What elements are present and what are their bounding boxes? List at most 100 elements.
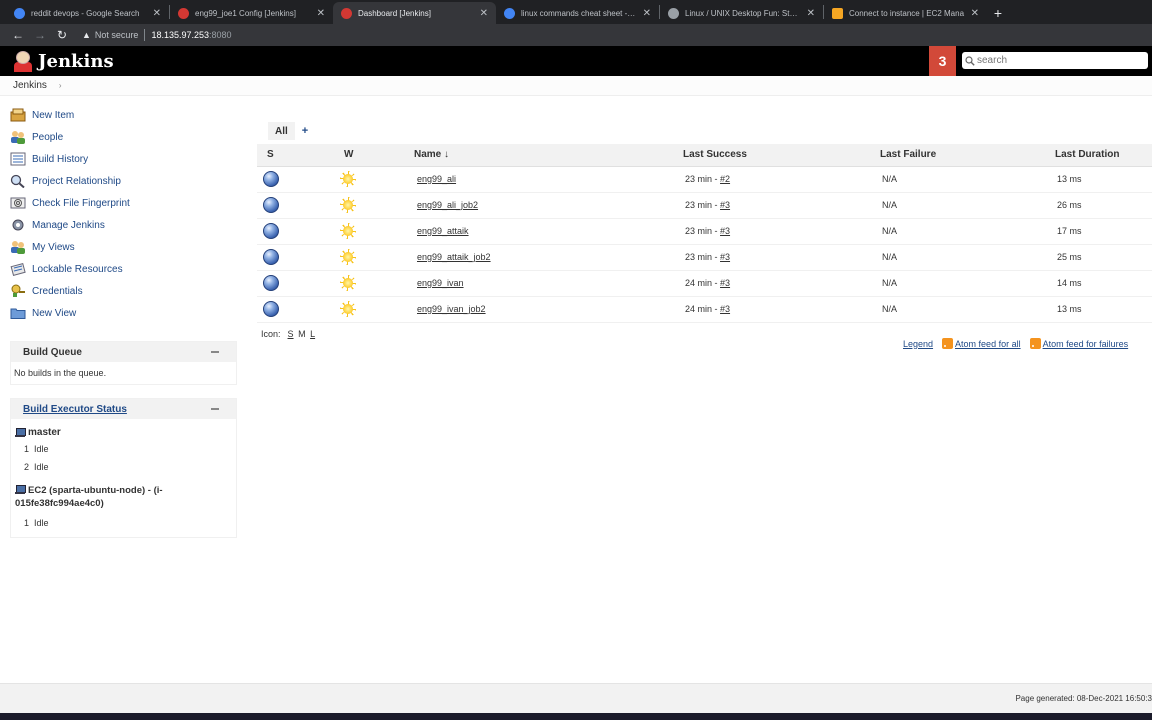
build-link[interactable]: #2 (720, 174, 730, 184)
notification-badge[interactable]: 3 (929, 46, 956, 76)
browser-tab[interactable]: eng99_joe1 Config [Jenkins] ✕ (170, 2, 333, 24)
build-queue-empty: No builds in the queue. (14, 368, 107, 378)
url-port[interactable]: :8080 (209, 30, 232, 40)
sidebar-item-lockable-resources[interactable]: Lockable Resources (10, 258, 238, 280)
close-icon[interactable]: ✕ (153, 8, 161, 19)
close-icon[interactable]: ✕ (643, 8, 651, 19)
search-input[interactable] (977, 55, 1142, 66)
browser-tab[interactable]: reddit devops - Google Search ✕ (6, 2, 169, 24)
forward-icon[interactable]: → (30, 28, 50, 42)
atom-feed-all[interactable]: Atom feed for all (942, 338, 1021, 349)
sidebar-item-check-file-fingerprint[interactable]: Check File Fingerprint (10, 192, 238, 214)
build-link[interactable]: #3 (720, 226, 730, 236)
build-queue-header: Build Queue (11, 342, 236, 362)
sunny-weather-icon[interactable] (340, 249, 356, 265)
build-queue-panel: Build Queue No builds in the queue. (10, 341, 237, 385)
close-icon[interactable]: ✕ (971, 8, 979, 19)
view-tabs: All + (268, 122, 315, 140)
last-duration-value: 14 ms (1051, 270, 1152, 297)
atom-feed-failures[interactable]: Atom feed for failures (1029, 338, 1128, 349)
address-bar[interactable]: ▲ Not secure 18.135.97.253:8080 (82, 29, 232, 41)
jenkins-logo[interactable]: Jenkins (12, 50, 114, 72)
status-ball-icon[interactable] (263, 301, 279, 317)
job-link[interactable]: eng99_ali_job2 (417, 200, 478, 210)
reload-icon[interactable]: ↻ (52, 28, 72, 42)
executor-node-ec2[interactable]: EC2 (sparta-ubuntu-node) - (i-015fe38fc9… (11, 484, 236, 510)
build-link[interactable]: #3 (720, 200, 730, 210)
job-link[interactable]: eng99_attaik (417, 226, 469, 236)
last-duration-value: 17 ms (1051, 218, 1152, 245)
new-tab-button[interactable]: + (987, 2, 1009, 24)
close-icon[interactable]: ✕ (480, 8, 488, 19)
close-icon[interactable]: ✕ (807, 8, 815, 19)
build-link[interactable]: #3 (720, 278, 730, 288)
build-link[interactable]: #3 (720, 252, 730, 262)
job-link[interactable]: eng99_ivan (417, 278, 464, 288)
sidebar-item-people[interactable]: People (10, 126, 238, 148)
last-duration-value: 26 ms (1051, 192, 1152, 219)
column-weather[interactable]: W (336, 144, 408, 167)
browser-tab[interactable]: Connect to instance | EC2 Mana ✕ (824, 2, 987, 24)
status-ball-icon[interactable] (263, 249, 279, 265)
last-success-time: 23 min - (685, 200, 718, 210)
browser-tab[interactable]: linux commands cheat sheet - Go ✕ (496, 2, 659, 24)
feed-links: Legend Atom feed for all Atom feed for f… (903, 338, 1128, 349)
sidebar-item-build-history[interactable]: Build History (10, 148, 238, 170)
collapse-icon[interactable] (211, 408, 219, 410)
last-failure-value: N/A (875, 166, 1051, 193)
sunny-weather-icon[interactable] (340, 197, 356, 213)
security-label[interactable]: Not secure (95, 30, 139, 40)
sunny-weather-icon[interactable] (340, 223, 356, 239)
close-icon[interactable]: ✕ (317, 8, 325, 19)
sunny-weather-icon[interactable] (340, 275, 356, 291)
url-host[interactable]: 18.135.97.253 (151, 30, 209, 40)
collapse-icon[interactable] (211, 351, 219, 353)
computer-icon (15, 485, 26, 494)
tab-add-view[interactable]: + (295, 122, 315, 140)
search-icon (965, 55, 975, 66)
column-last-duration[interactable]: Last Duration (1051, 144, 1152, 167)
column-last-success[interactable]: Last Success (678, 144, 875, 167)
breadcrumb-arrow-icon[interactable]: › (59, 81, 62, 90)
job-link[interactable]: eng99_attaik_job2 (417, 252, 491, 262)
sunny-weather-icon[interactable] (340, 171, 356, 187)
executor-node-master[interactable]: master (11, 427, 236, 438)
status-ball-icon[interactable] (263, 223, 279, 239)
browser-tab[interactable]: Linux / UNIX Desktop Fun: Stean ✕ (660, 2, 823, 24)
icon-size-small[interactable]: S (288, 329, 294, 339)
icon-size-large[interactable]: L (310, 329, 315, 339)
browser-tab-active[interactable]: Dashboard [Jenkins] ✕ (333, 2, 496, 24)
column-status[interactable]: S (257, 144, 336, 167)
sidebar-item-project-relationship[interactable]: Project Relationship (10, 170, 238, 192)
warning-icon[interactable]: ▲ (82, 30, 91, 40)
job-link[interactable]: eng99_ali (417, 174, 456, 184)
browser-tab-bar: reddit devops - Google Search ✕ eng99_joe… (0, 0, 1152, 24)
job-link[interactable]: eng99_ivan_job2 (417, 304, 486, 314)
last-duration-value: 13 ms (1051, 296, 1152, 323)
sunny-weather-icon[interactable] (340, 301, 356, 317)
column-name[interactable]: Name ↓ (408, 144, 678, 167)
sidebar-item-credentials[interactable]: Credentials (10, 280, 238, 302)
breadcrumb-jenkins[interactable]: Jenkins (13, 80, 47, 91)
column-last-failure[interactable]: Last Failure (875, 144, 1051, 167)
back-icon[interactable]: ← (8, 28, 28, 42)
credentials-icon (11, 284, 25, 297)
status-ball-icon[interactable] (263, 197, 279, 213)
sidebar-item-my-views[interactable]: My Views (10, 236, 238, 258)
legend-link[interactable]: Legend (903, 339, 933, 349)
sidebar-item-new-view[interactable]: New View (10, 302, 238, 324)
status-ball-icon[interactable] (263, 171, 279, 187)
build-queue-title[interactable]: Build Queue (23, 347, 82, 358)
table-row: eng99_ivan_job2 24 min - #3 N/A 13 ms (257, 296, 1152, 323)
lock-icon (10, 262, 26, 276)
build-link[interactable]: #3 (720, 304, 730, 314)
search-box[interactable] (962, 52, 1148, 69)
icon-size-medium[interactable]: M (298, 329, 306, 339)
tab-all[interactable]: All (268, 122, 295, 140)
crescent-icon (668, 7, 679, 19)
os-taskbar (0, 713, 1152, 720)
status-ball-icon[interactable] (263, 275, 279, 291)
sidebar-item-manage-jenkins[interactable]: Manage Jenkins (10, 214, 238, 236)
executor-status-title[interactable]: Build Executor Status (23, 404, 127, 415)
sidebar-item-new-item[interactable]: New Item (10, 104, 238, 126)
